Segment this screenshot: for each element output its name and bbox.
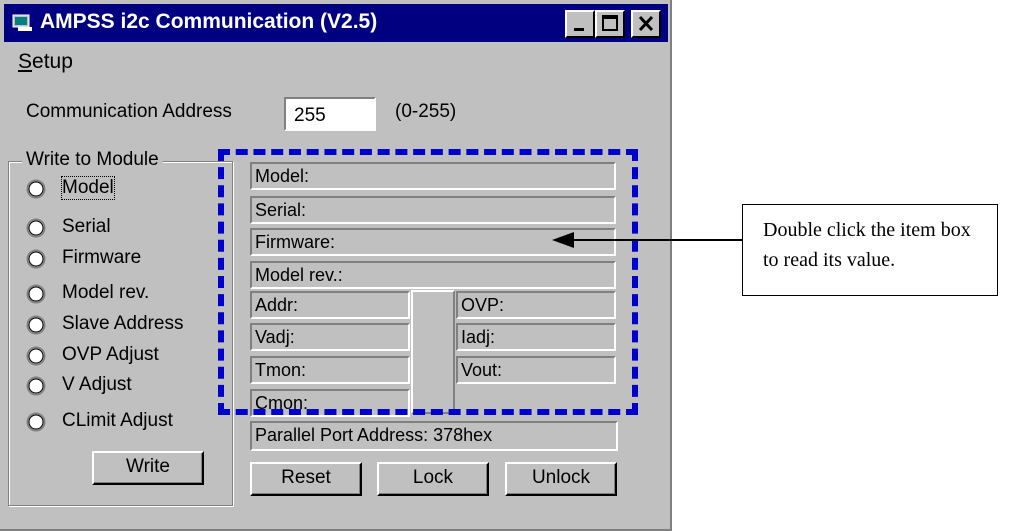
annotation-callout: Double click the item box to read its va… xyxy=(742,204,998,296)
